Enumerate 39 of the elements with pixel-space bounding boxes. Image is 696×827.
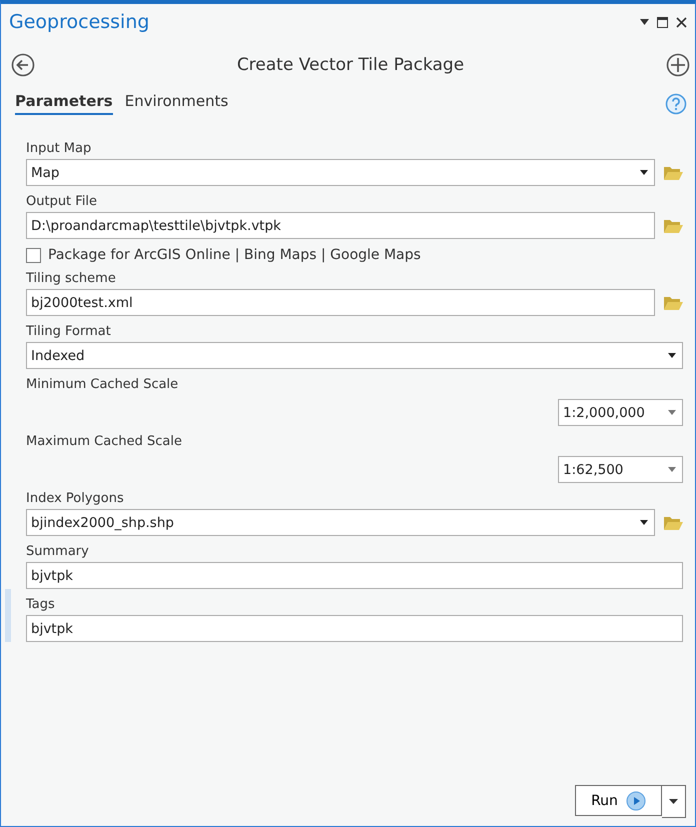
tab[interactable]: Environments <box>124 92 228 115</box>
caret-icon <box>668 467 676 472</box>
field-label: Output File <box>26 193 98 211</box>
dropdown-button[interactable] <box>662 785 686 818</box>
dropdown-field[interactable]: Map <box>26 159 655 186</box>
run-button[interactable]: Run <box>575 785 662 816</box>
caret-icon <box>669 799 678 804</box>
input-field[interactable]: D:\proandarcmap\testtile\bjvtpk.vtpk <box>26 212 655 239</box>
caret-icon <box>640 170 648 175</box>
field-label: Tiling Format <box>26 323 112 341</box>
field-label: Tags <box>26 596 56 614</box>
field-label: Maximum Cached Scale <box>26 433 183 451</box>
dropdown-field[interactable]: 1:62,500 <box>558 456 683 483</box>
maximize-icon[interactable] <box>657 16 668 28</box>
play-icon <box>626 790 646 810</box>
dropdown-field[interactable]: bjindex2000_shp.shp <box>26 509 655 536</box>
caret-icon <box>668 410 676 415</box>
caret-icon <box>668 353 676 358</box>
window-title: Geoprocessing <box>9 11 150 33</box>
field-label: Index Polygons <box>26 490 125 508</box>
input-field[interactable]: bj2000test.xml <box>26 289 655 316</box>
field-label: Minimum Cached Scale <box>26 376 180 394</box>
back-icon[interactable] <box>11 53 35 77</box>
caret-icon[interactable] <box>640 19 649 25</box>
close-icon[interactable] <box>676 16 687 28</box>
help-icon[interactable] <box>665 92 687 114</box>
field-label: Input Map <box>26 140 92 158</box>
add-icon[interactable] <box>666 53 690 77</box>
checkbox-label: Package for ArcGIS Online | Bing Maps | Google Maps <box>48 247 421 263</box>
tab[interactable]: Parameters <box>15 92 113 115</box>
input-field[interactable]: bjvtpk <box>26 615 683 642</box>
field-label: Summary <box>26 543 90 561</box>
caret-icon <box>640 520 648 525</box>
input-field[interactable]: bjvtpk <box>26 562 683 589</box>
checkbox[interactable] <box>26 248 41 262</box>
field-label: Tiling scheme <box>26 270 117 288</box>
tool-title: Create Vector Tile Package <box>236 55 466 75</box>
dropdown-field[interactable]: Indexed <box>26 342 683 369</box>
dropdown-field[interactable]: 1:2,000,000 <box>558 399 683 426</box>
